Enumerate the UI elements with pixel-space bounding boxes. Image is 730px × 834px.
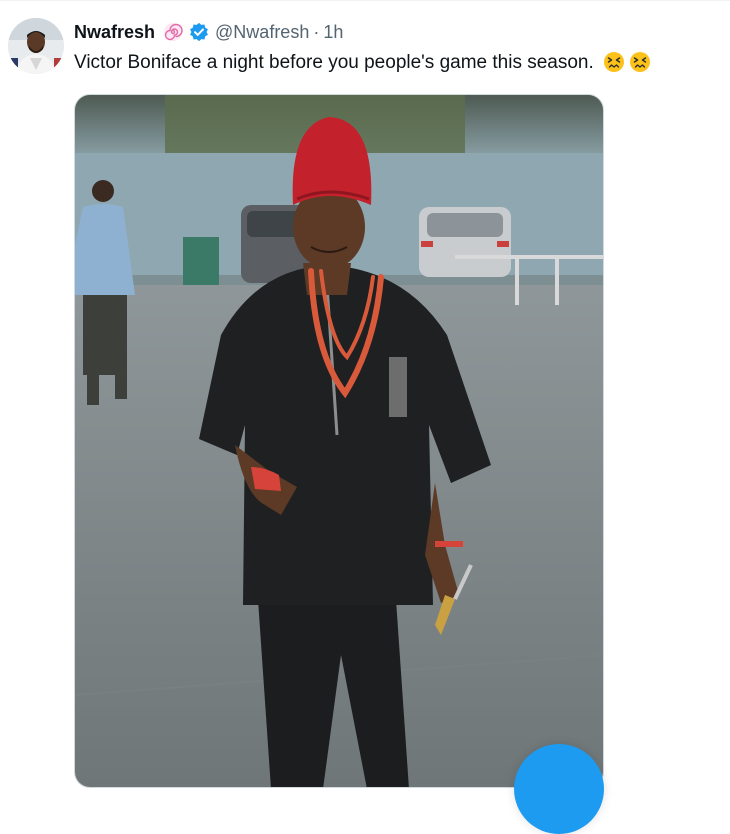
- timestamp[interactable]: 1h: [323, 22, 343, 43]
- tweet-text: Victor Boniface a night before you peopl…: [74, 50, 651, 81]
- handle[interactable]: @Nwafresh: [215, 22, 309, 43]
- spiral-icon: [163, 22, 183, 42]
- compose-button[interactable]: [514, 744, 604, 834]
- tweet-header: Nwafresh @Nwafresh · 1h: [74, 20, 343, 44]
- avatar[interactable]: [8, 18, 64, 74]
- confounded-face-icon: [603, 51, 625, 81]
- confounded-face-icon: [629, 51, 651, 81]
- divider: [0, 0, 730, 1]
- separator-dot: ·: [313, 21, 320, 42]
- tweet-card[interactable]: Nwafresh @Nwafresh · 1h Victor Boniface …: [0, 0, 730, 834]
- display-name[interactable]: Nwafresh: [74, 22, 155, 43]
- verified-badge-icon[interactable]: [189, 22, 209, 42]
- tweet-photo[interactable]: [74, 94, 604, 788]
- tweet-text-body: Victor Boniface a night before you peopl…: [74, 52, 594, 73]
